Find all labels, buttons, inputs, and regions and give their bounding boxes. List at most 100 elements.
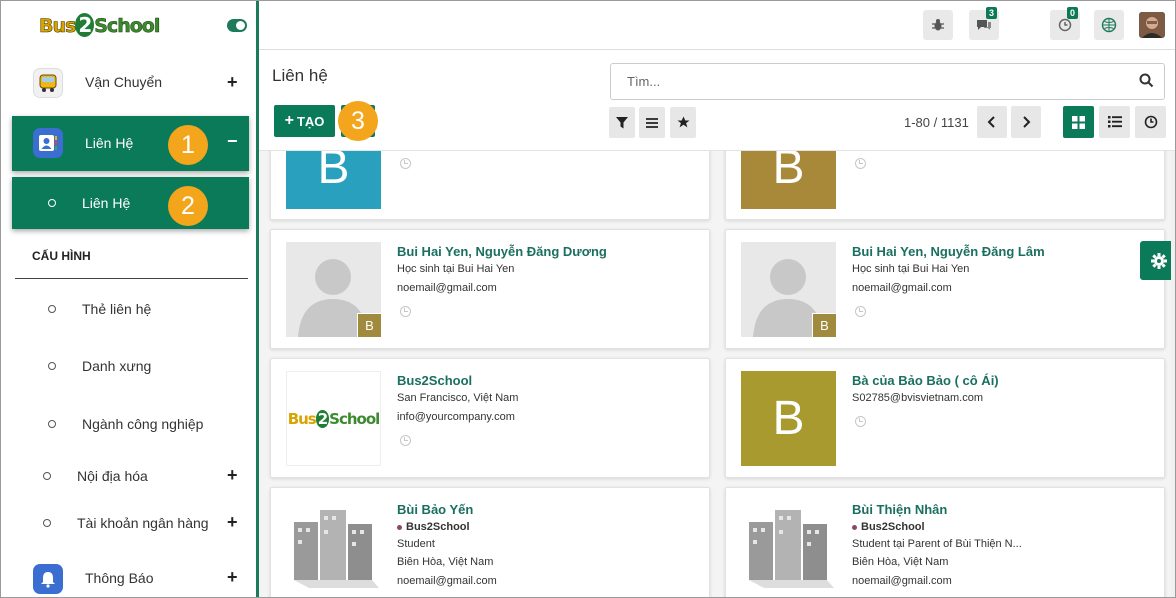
search-icon[interactable] [1139,73,1154,93]
bell-icon [33,564,63,594]
menu-label-van-chuyen: Vận Chuyển [85,74,163,90]
contact-avatar: B [741,371,836,466]
person-placeholder-image: B [741,242,836,337]
app-window: Bus 2 School Vận Chuyển + Liên Hệ − 1 Liên… [0,0,1176,598]
menu-label-lien-he: Liên Hệ [85,135,134,151]
config-item-localization[interactable]: Nội địa hóa + [1,464,256,488]
contact-function: Học sinh tại Bui Hai Yen [852,263,970,275]
contact-function: Học sinh tại Bui Hai Yen [397,263,515,275]
avatar-letter: B [772,392,805,445]
expand-plus-icon[interactable]: + [227,567,238,588]
bullet-icon [48,362,56,370]
bug-icon[interactable] [923,10,953,40]
contact-name: Bus2School [397,373,473,388]
create-label: TẠO [296,113,325,129]
contact-function: Student [397,538,435,550]
expand-plus-icon[interactable]: + [227,465,238,486]
contact-address: San Francisco, Việt Nam [397,392,519,404]
contact-email: noemail@gmail.com [397,282,497,294]
contact-email: info@yourcompany.com [397,411,515,423]
tag-label: Bus2School [406,521,470,533]
activity-clock-icon[interactable] [400,306,411,317]
page-title: Liên hệ [272,66,328,85]
config-label: Tài khoản ngân hàng [77,515,209,531]
activity-clock-icon[interactable] [855,306,866,317]
collapse-minus-icon[interactable]: − [227,131,238,152]
activity-clock-icon[interactable] [855,158,866,169]
user-avatar[interactable] [1139,12,1165,38]
globe-icon[interactable] [1094,10,1124,40]
avatar-letter: B [317,151,350,194]
company-building-image [286,500,381,595]
config-item-bank-accounts[interactable]: Tài khoản ngân hàng + [1,511,256,535]
contacts-icon [33,128,63,158]
activity-clock-icon[interactable] [400,435,411,446]
scrollbar[interactable] [1171,151,1175,597]
list-view-icon[interactable] [1099,106,1130,138]
contact-name: Bùi Thiện Nhân [852,502,948,517]
contact-address: Biên Hòa, Việt Nam [397,556,494,568]
activity-view-icon[interactable] [1135,106,1166,138]
menu-item-lien-he[interactable]: Liên Hệ − [12,116,249,171]
bus2school-logo-image: Bus 2 School [286,371,381,466]
expand-plus-icon[interactable]: + [227,72,238,93]
contact-card[interactable]: Bùi Thiện Nhân Bus2School Student tại Pa… [725,487,1165,597]
contact-function: Student tại Parent of Bùi Thiện N... [852,538,1022,550]
contact-card[interactable]: Bùi Bảo Yến Bus2School Student Biên Hòa,… [270,487,710,597]
create-button[interactable]: + TẠO [274,105,335,137]
bullet-icon [48,305,56,313]
config-item-titles[interactable]: Danh xưng [1,354,256,378]
activity-clock-icon[interactable] [400,158,411,169]
config-item-industries[interactable]: Ngành công nghiệp [1,412,256,436]
tag-dot-icon [397,524,402,530]
config-label: Thẻ liên hệ [82,301,152,317]
filter-icon[interactable] [609,107,635,138]
plus-icon: + [284,112,294,129]
search-input[interactable]: Tìm... [610,63,1165,100]
contact-card[interactable]: B [725,151,1165,220]
contact-name: Bui Hai Yen, Nguyễn Đăng Dương [397,244,607,259]
step-badge-3: 3 [338,101,378,141]
menu-item-van-chuyen[interactable]: Vận Chuyển + [1,65,256,101]
pager-value[interactable]: 1-80 / 1131 [904,115,969,130]
chat-icon[interactable]: 3 [969,7,999,40]
expand-plus-icon[interactable]: + [227,512,238,533]
contact-card[interactable]: Bus 2 School Bus2School San Francisco, Việ… [270,358,710,478]
favorites-star-icon[interactable] [670,107,696,138]
contact-card[interactable]: B Bui Hai Yen, Nguyễn Đăng Dương Học sin… [270,229,710,349]
config-item-contact-tags[interactable]: Thẻ liên hệ [1,297,256,321]
submenu-item-lien-he[interactable]: Liên Hệ [12,177,249,229]
menu-item-thong-bao[interactable]: Thông Báo + [1,562,256,596]
contact-name: Bui Hai Yen, Nguyễn Đăng Lâm [852,244,1045,259]
contact-name: Bùi Bảo Yến [397,502,474,517]
clock-activity-icon[interactable]: 0 [1050,7,1080,40]
app-logo[interactable]: Bus 2 School [39,13,161,37]
section-title-config: CẤU HÌNH [32,249,91,263]
person-placeholder-image: B [286,242,381,337]
kanban-view-icon[interactable] [1063,106,1094,138]
contact-tag: Bus2School [397,521,470,533]
messages-count: 3 [985,7,997,19]
sidebar: Bus 2 School Vận Chuyển + Liên Hệ − 1 Liên… [1,1,259,597]
contact-card[interactable]: B Bà của Bảo Bảo ( cô Ái) S02785@bvisvie… [725,358,1165,478]
group-by-icon[interactable] [639,107,665,138]
contact-card[interactable]: B Bui Hai Yen, Nguyễn Đăng Lâm Học sinh … [725,229,1165,349]
company-mini-avatar: B [812,313,836,337]
config-label: Ngành công nghiệp [82,416,204,432]
config-label: Danh xưng [82,358,152,374]
avatar-letter: B [772,151,805,194]
contact-card[interactable]: B [270,151,710,220]
contact-tag: Bus2School [852,521,925,533]
control-panel: Liên hệ Tìm... + TẠO 3 1-80 / 1131 [259,51,1175,151]
pager-next-icon[interactable] [1011,106,1041,138]
contact-email: S02785@bvisvietnam.com [852,392,984,404]
contact-email: noemail@gmail.com [852,282,952,294]
contact-avatar: B [286,151,381,209]
step-badge-2: 2 [168,186,208,226]
bullet-icon [43,472,51,480]
config-label: Nội địa hóa [77,468,148,484]
activity-clock-icon[interactable] [855,416,866,427]
sidebar-toggle[interactable] [227,19,247,32]
pager-prev-icon[interactable] [977,106,1007,138]
contact-name: Bà của Bảo Bảo ( cô Ái) [852,373,999,388]
